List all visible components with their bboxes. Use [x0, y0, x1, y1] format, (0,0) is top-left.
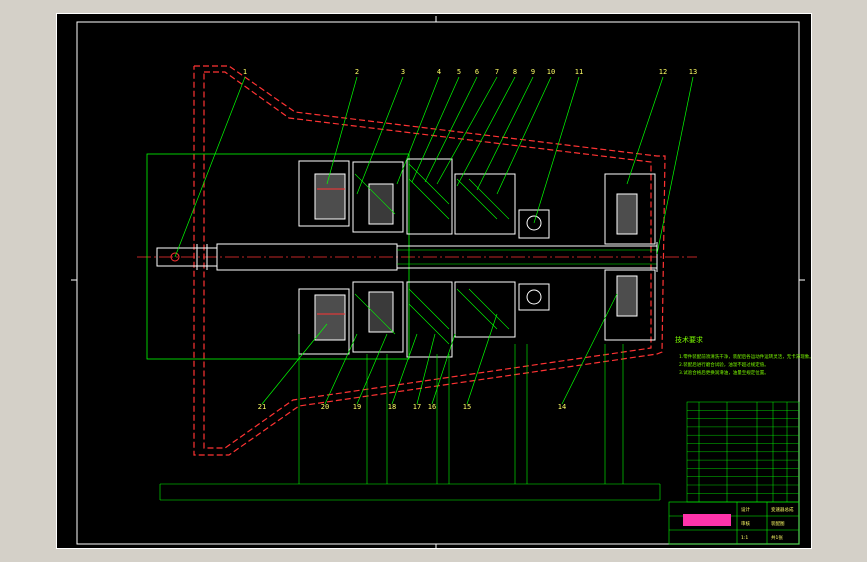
clutch-pack-left — [298, 160, 350, 355]
balloon-label: 4 — [437, 68, 441, 76]
title-designer: 设计 — [741, 506, 750, 513]
balloon-label: 3 — [401, 68, 405, 76]
balloon-label: 19 — [353, 403, 361, 411]
balloon-label: 16 — [428, 403, 436, 411]
title-scale: 1:1 — [741, 535, 748, 541]
note-line: 3.试验合格后更换润滑油，油量至规定位置。 — [679, 369, 769, 376]
balloon-label: 15 — [463, 403, 471, 411]
balloon-label: 8 — [513, 68, 517, 76]
technical-notes: 技术要求 1.零件装配前须清洗干净，装配后各运动件运转灵活，无卡滞现象。 2.装… — [675, 335, 813, 376]
drawing-sheet: 1 2 3 4 5 6 7 8 9 10 11 12 13 21 20 19 18 17 16 15 14 技术要求 1… — [56, 13, 813, 549]
housing-outline — [193, 65, 666, 456]
balloon-label: 9 — [531, 68, 535, 76]
balloon-label: 2 — [355, 68, 359, 76]
leader-lines — [174, 76, 694, 405]
note-line: 1.零件装配前须清洗干净，装配后各运动件运转灵活，无卡滞现象。 — [679, 353, 813, 360]
balloon-label: 1 — [243, 68, 247, 76]
balloon-label: 10 — [547, 68, 555, 76]
note-line: 2.装配后进行磨合试验，油温不超过规定值。 — [679, 361, 769, 368]
balloon-label: 18 — [388, 403, 396, 411]
title-part-name: 变速器总成 — [771, 506, 794, 513]
balloon-label: 6 — [475, 68, 479, 76]
balloon-label: 11 — [575, 68, 583, 76]
inner-frame — [76, 21, 800, 545]
balloon-label: 12 — [659, 68, 667, 76]
balloon-label: 21 — [258, 403, 266, 411]
balloon-label: 13 — [689, 68, 697, 76]
parts-list-rows — [687, 410, 799, 494]
title-sheet: 共1张 — [771, 534, 783, 541]
balloon-label: 14 — [558, 403, 566, 411]
balloon-label: 20 — [321, 403, 329, 411]
balloon-label: 5 — [457, 68, 461, 76]
part-balloons: 1 2 3 4 5 6 7 8 9 10 11 12 1321 20 19 18 17 16 15 14 — [243, 68, 697, 411]
balloon-label: 7 — [495, 68, 499, 76]
assembly-drawing: 1 2 3 4 5 6 7 8 9 10 11 12 1321 20 19 18 17 16 15 14 技术要求 1… — [71, 16, 813, 548]
notes-title: 技术要求 — [675, 335, 703, 344]
title-drawing-no: 装配图 — [771, 520, 785, 527]
parts-list — [686, 401, 800, 503]
balloon-label: 17 — [413, 403, 421, 411]
title-checker: 审核 — [741, 520, 750, 527]
